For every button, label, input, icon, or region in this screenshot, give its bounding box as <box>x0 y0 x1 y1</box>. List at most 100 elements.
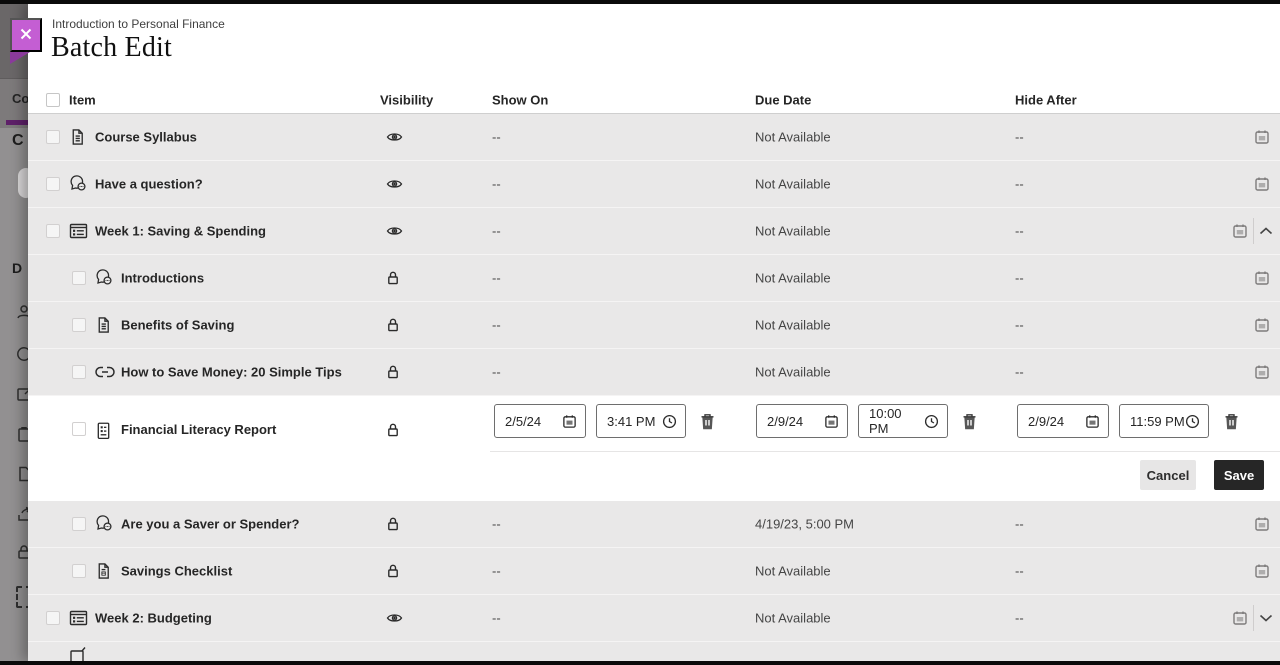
show-on-value: -- <box>492 271 501 286</box>
row-checkbox[interactable] <box>72 318 86 332</box>
visibility-lock-icon[interactable] <box>386 563 400 579</box>
item-title: Course Syllabus <box>95 130 197 145</box>
row-checkbox[interactable] <box>72 365 86 379</box>
row-checkbox[interactable] <box>72 422 86 436</box>
hide-after-value: -- <box>1015 564 1024 579</box>
due-date-date-value: 2/9/24 <box>767 414 803 429</box>
row-checkbox[interactable] <box>72 564 86 578</box>
background-content-tab: Co <box>12 91 28 106</box>
close-panel-button[interactable] <box>10 18 42 52</box>
visibility-eye-icon[interactable] <box>386 131 403 143</box>
show-on-time-value: 3:41 PM <box>607 414 655 429</box>
hide-after-value: -- <box>1015 271 1024 286</box>
show-on-trash-icon[interactable] <box>696 410 718 432</box>
calendar-icon[interactable] <box>1085 414 1100 429</box>
visibility-eye-icon[interactable] <box>386 225 403 237</box>
row-checkbox[interactable] <box>72 271 86 285</box>
table-row-editing: Financial Literacy Report 2/5/24 3:41 PM… <box>28 396 1280 501</box>
table-header: Item Visibility Show On Due Date Hide Af… <box>28 86 1280 114</box>
select-all-checkbox[interactable] <box>46 93 60 107</box>
page-title: Batch Edit <box>51 32 172 64</box>
clock-icon[interactable] <box>1185 414 1200 429</box>
edit-dates-calendar-icon[interactable] <box>1254 129 1270 145</box>
divider <box>490 451 1280 452</box>
edit-dates-calendar-icon[interactable] <box>1254 270 1270 286</box>
cancel-button[interactable]: Cancel <box>1140 460 1196 490</box>
due-date-value: 4/19/23, 5:00 PM <box>755 517 854 532</box>
item-title: How to Save Money: 20 Simple Tips <box>121 365 342 380</box>
hide-after-value: -- <box>1015 130 1024 145</box>
hide-after-time-input[interactable]: 11:59 PM <box>1119 404 1209 438</box>
dimmed-background-page: Co C D <box>0 4 28 661</box>
edit-dates-calendar-icon[interactable] <box>1254 317 1270 333</box>
close-icon <box>19 27 33 44</box>
show-on-value: -- <box>492 611 501 626</box>
row-checkbox[interactable] <box>46 224 60 238</box>
clock-icon[interactable] <box>924 414 939 429</box>
visibility-lock-icon[interactable] <box>386 270 400 286</box>
row-checkbox[interactable] <box>46 611 60 625</box>
row-checkbox[interactable] <box>46 130 60 144</box>
item-title: Have a question? <box>95 177 203 192</box>
calendar-icon[interactable] <box>562 414 577 429</box>
visibility-lock-icon[interactable] <box>386 422 400 438</box>
background-heading-fragment: C <box>12 132 24 150</box>
visibility-lock-icon[interactable] <box>386 364 400 380</box>
row-checkbox[interactable] <box>46 177 60 191</box>
visibility-lock-icon[interactable] <box>386 516 400 532</box>
edit-dates-calendar-icon[interactable] <box>1254 364 1270 380</box>
item-title: Week 1: Saving & Spending <box>95 224 266 239</box>
column-header-show-on: Show On <box>492 92 548 107</box>
clock-icon[interactable] <box>662 414 677 429</box>
edit-dates-calendar-icon[interactable] <box>1232 223 1248 239</box>
table-row-folder: Week 2: Budgeting -- Not Available -- <box>28 595 1280 642</box>
show-on-value: -- <box>492 224 501 239</box>
hide-after-trash-icon[interactable] <box>1220 410 1242 432</box>
due-date-value: Not Available <box>755 611 831 626</box>
chevron-down-icon[interactable] <box>1259 614 1273 623</box>
show-on-date-input[interactable]: 2/5/24 <box>494 404 586 438</box>
show-on-value: -- <box>492 177 501 192</box>
checklist-icon <box>95 562 112 580</box>
divider <box>1253 605 1254 631</box>
hide-after-date-input[interactable]: 2/9/24 <box>1017 404 1109 438</box>
column-header-due-date: Due Date <box>755 92 811 107</box>
visibility-eye-icon[interactable] <box>386 178 403 190</box>
course-name: Introduction to Personal Finance <box>52 17 225 31</box>
document-icon <box>69 646 88 661</box>
show-on-time-input[interactable]: 3:41 PM <box>596 404 686 438</box>
edit-dates-calendar-icon[interactable] <box>1254 563 1270 579</box>
close-ribbon-fold <box>10 52 30 64</box>
chevron-up-icon[interactable] <box>1259 227 1273 236</box>
table-row: How to Save Money: 20 Simple Tips -- Not… <box>28 349 1280 396</box>
due-date-date-input[interactable]: 2/9/24 <box>756 404 848 438</box>
item-title: Introductions <box>121 271 204 286</box>
table-row: Savings Checklist -- Not Available -- <box>28 548 1280 595</box>
edit-square-icon <box>16 386 28 402</box>
item-title: Savings Checklist <box>121 564 232 579</box>
background-details-fragment: D <box>12 260 22 276</box>
due-date-value: Not Available <box>755 271 831 286</box>
hide-after-value: -- <box>1015 365 1024 380</box>
due-date-trash-icon[interactable] <box>958 410 980 432</box>
edit-dates-calendar-icon[interactable] <box>1232 610 1248 626</box>
row-checkbox[interactable] <box>72 517 86 531</box>
table-row: Are you a Saver or Spender? -- 4/19/23, … <box>28 501 1280 548</box>
edit-dates-calendar-icon[interactable] <box>1254 516 1270 532</box>
due-date-time-input[interactable]: 10:00 PM <box>858 404 948 438</box>
item-title: Financial Literacy Report <box>121 422 276 437</box>
due-date-value: Not Available <box>755 130 831 145</box>
edit-dates-calendar-icon[interactable] <box>1254 176 1270 192</box>
visibility-lock-icon[interactable] <box>386 317 400 333</box>
batch-edit-panel: Introduction to Personal Finance Batch E… <box>28 4 1280 661</box>
calendar-icon[interactable] <box>824 414 839 429</box>
visibility-eye-icon[interactable] <box>386 612 403 624</box>
hide-after-time-value: 11:59 PM <box>1130 414 1185 429</box>
save-button[interactable]: Save <box>1214 460 1264 490</box>
due-date-time-value: 10:00 PM <box>869 406 924 436</box>
column-header-visibility: Visibility <box>380 92 433 107</box>
background-tab-bar: Co <box>0 78 28 128</box>
show-on-value: -- <box>492 564 501 579</box>
column-header-item: Item <box>69 92 96 107</box>
item-title: Benefits of Saving <box>121 318 234 333</box>
